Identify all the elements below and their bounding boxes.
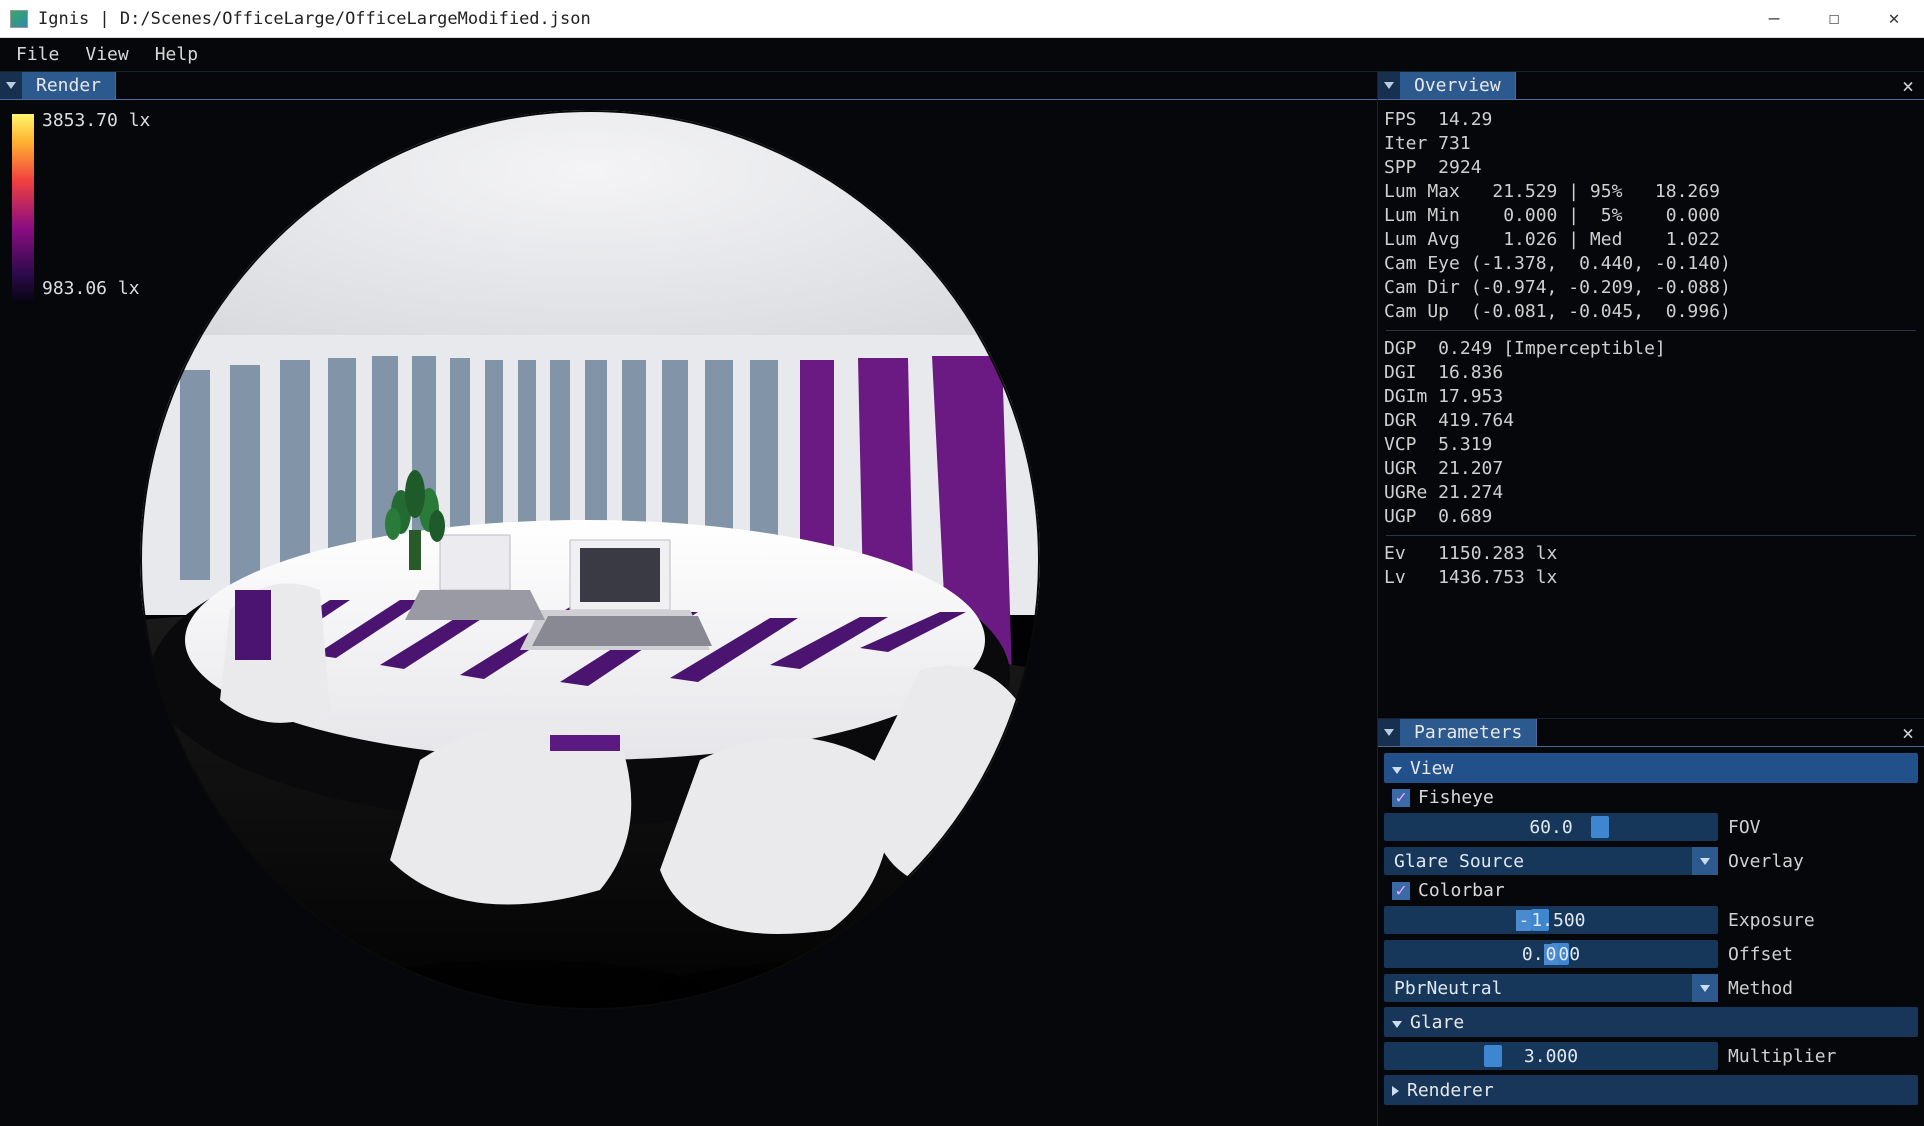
check-icon: ✓: [1392, 882, 1410, 900]
overview-body: FPS 14.29 Iter 731 SPP 2924 Lum Max 21.5…: [1378, 100, 1924, 598]
window-titlebar[interactable]: Ignis | D:/Scenes/OfficeLarge/OfficeLarg…: [0, 0, 1924, 38]
colorbar-min-label: 983.06 lx: [42, 278, 140, 299]
multiplier-slider[interactable]: 3.000: [1384, 1042, 1718, 1070]
parameters-tab[interactable]: Parameters: [1400, 719, 1537, 746]
app-window: Ignis | D:/Scenes/OfficeLarge/OfficeLarg…: [0, 0, 1924, 1126]
chevron-down-icon: [1392, 1012, 1402, 1033]
offset-slider[interactable]: 0.0000.000: [1384, 940, 1718, 968]
parameters-panel-header[interactable]: Parameters ×: [1378, 719, 1924, 747]
rendered-scene: [140, 110, 1040, 1010]
overview-panel-header[interactable]: Overview ×: [1378, 72, 1924, 100]
exposure-label: Exposure: [1728, 910, 1815, 931]
method-label: Method: [1728, 978, 1793, 999]
collapse-icon[interactable]: [1378, 72, 1400, 99]
colorbar-gradient: [12, 114, 34, 304]
maximize-button[interactable]: ☐: [1804, 0, 1864, 38]
chevron-down-icon: [1392, 758, 1402, 779]
menu-view[interactable]: View: [85, 44, 128, 65]
fov-slider[interactable]: 60.0: [1384, 813, 1718, 841]
renderer-section-header[interactable]: Renderer: [1384, 1075, 1918, 1105]
menu-help[interactable]: Help: [155, 44, 198, 65]
colorbar-max-label: 3853.70 lx: [42, 110, 150, 131]
fov-label: FOV: [1728, 817, 1761, 838]
method-select[interactable]: PbrNeutral: [1384, 974, 1718, 1002]
fisheye-checkbox[interactable]: ✓ Fisheye: [1384, 787, 1918, 808]
chevron-right-icon: [1392, 1080, 1399, 1101]
overview-stats: FPS 14.29 Iter 731 SPP 2924 Lum Max 21.5…: [1384, 108, 1918, 324]
view-section-header[interactable]: View: [1384, 753, 1918, 783]
collapse-icon[interactable]: [1378, 719, 1400, 746]
exposure-slider[interactable]: --1.5001.500: [1384, 906, 1718, 934]
overlay-select[interactable]: Glare Source: [1384, 847, 1718, 875]
fisheye-label: Fisheye: [1418, 787, 1494, 808]
close-icon[interactable]: ×: [1892, 74, 1924, 98]
overview-glare-metrics: DGP 0.249 [Imperceptible] DGI 16.836 DGI…: [1384, 337, 1918, 529]
render-panel-header[interactable]: Render: [0, 72, 1377, 100]
chevron-down-icon: [1692, 847, 1718, 875]
overview-tab[interactable]: Overview: [1400, 72, 1516, 99]
close-icon[interactable]: ×: [1892, 721, 1924, 745]
glare-section-header[interactable]: Glare: [1384, 1007, 1918, 1037]
render-viewport[interactable]: 3853.70 lx 983.06 lx: [0, 100, 1377, 1126]
menubar: File View Help: [0, 38, 1924, 72]
colorbar-checkbox[interactable]: ✓ Colorbar: [1384, 880, 1918, 901]
minimize-button[interactable]: —: [1744, 0, 1804, 38]
close-button[interactable]: ✕: [1864, 0, 1924, 38]
overlay-label: Overlay: [1728, 851, 1804, 872]
check-icon: ✓: [1392, 789, 1410, 807]
window-title: Ignis | D:/Scenes/OfficeLarge/OfficeLarg…: [38, 9, 1744, 29]
render-tab[interactable]: Render: [22, 72, 116, 99]
colorbar-label: Colorbar: [1418, 880, 1505, 901]
chevron-down-icon: [1692, 974, 1718, 1002]
offset-label: Offset: [1728, 944, 1793, 965]
multiplier-label: Multiplier: [1728, 1046, 1836, 1067]
collapse-icon[interactable]: [0, 72, 22, 99]
menu-file[interactable]: File: [16, 44, 59, 65]
app-icon: [10, 10, 28, 28]
overview-lux: Ev 1150.283 lx Lv 1436.753 lx: [1384, 542, 1918, 590]
